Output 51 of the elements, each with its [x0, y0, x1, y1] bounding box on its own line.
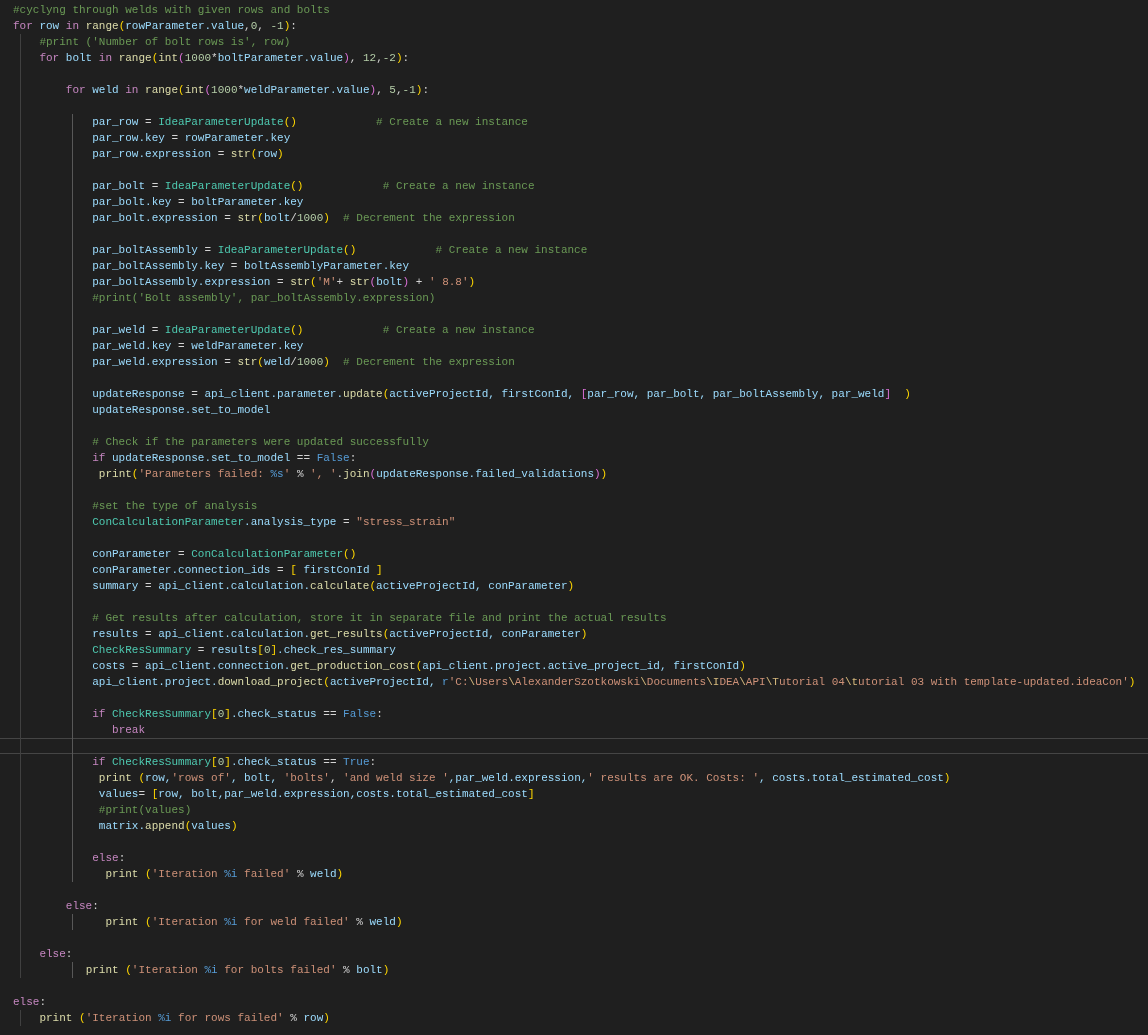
code-line: else:: [39, 948, 73, 960]
code-line: par_bolt.expression = str(bolt/1000) # Decrement the expression: [92, 212, 515, 224]
code-line: updateResponse.set_to_model: [92, 404, 271, 416]
code-line: values= [row, bolt,par_weld.expression,costs.total_estimated_cost]: [98, 788, 535, 800]
code-line: print ('Iteration %i for bolts failed' % bolt): [85, 964, 390, 976]
code-line: else:: [13, 996, 46, 1008]
code-line: conParameter.connection_ids = [ firstConId ]: [92, 564, 383, 576]
code-line: for weld in range(int(1000*weldParameter.value), 5,-1):: [65, 84, 429, 96]
code-line: par_bolt.key = boltParameter.key: [92, 196, 304, 208]
code-line: par_weld.expression = str(weld/1000) # Decrement the expression: [92, 356, 515, 368]
indent-guide: [72, 914, 73, 930]
code-line: par_row = IdeaParameterUpdate() # Create a new instance: [92, 116, 528, 128]
code-line: par_bolt = IdeaParameterUpdate() # Create a new instance: [92, 180, 535, 192]
code-line: else:: [92, 852, 126, 864]
code-line: # Check if the parameters were updated successfully: [92, 436, 429, 448]
code-line: print (row,'rows of', bolt, 'bolts', 'and weld size ',par_weld.expression,' results are OK. Costs: ', costs.total_estimated_cost): [98, 772, 951, 784]
code-line: if updateResponse.set_to_model == False:: [92, 452, 357, 464]
code-line: #print ('Number of bolt rows is', row): [39, 36, 291, 48]
code-line: conParameter = ConCalculationParameter(): [92, 548, 357, 560]
code-line: break: [112, 724, 146, 736]
code-line: for bolt in range(int(1000*boltParameter.value), 12,-2):: [39, 52, 410, 64]
code-line: ConCalculationParameter.analysis_type = "stress_strain": [92, 516, 456, 528]
code-line: #print(values): [98, 804, 192, 816]
code-line: par_row.key = rowParameter.key: [92, 132, 291, 144]
code-line: api_client.project.download_project(activeProjectId, r'C:\Users\AlexanderSzotkowski\Documents\IDEA\API\Tutorial 04\tutorial 03 with template-updated.ideaCon'): [92, 676, 1136, 688]
indent-guide: [72, 962, 73, 978]
code-line: updateResponse = api_client.parameter.update(activeProjectId, firstConId, [par_row, par_bolt, par_boltAssembly, par_weld] ): [92, 388, 911, 400]
code-line: if CheckResSummary[0].check_status == True:: [92, 756, 377, 768]
code-line: costs = api_client.connection.get_production_cost(api_client.project.active_project_id, firstConId): [92, 660, 746, 672]
code-line: results = api_client.calculation.get_results(activeProjectId, conParameter): [92, 628, 588, 640]
code-line: #cyclyng through welds with given rows and bolts: [13, 4, 330, 16]
code-line: # Get results after calculation, store it in separate file and print the actual results: [92, 612, 667, 624]
code-line: print ('Iteration %i for rows failed' % row): [39, 1012, 330, 1024]
code-line: par_row.expression = str(row): [92, 148, 284, 160]
code-line: CheckResSummary = results[0].check_res_summary: [92, 644, 396, 656]
indent-guide: [20, 1010, 21, 1026]
code-line: print('Parameters failed: %s' % ', '.join(updateResponse.failed_validations)): [98, 468, 608, 480]
code-line: #print('Bolt assembly', par_boltAssembly.expression): [92, 292, 436, 304]
code-line: par_boltAssembly.expression = str('M'+ str(bolt) + ' 8.8'): [92, 276, 476, 288]
code-line: print ('Iteration %i failed' % weld): [105, 868, 344, 880]
code-line: if CheckResSummary[0].check_status == False:: [92, 708, 383, 720]
code-line: par_boltAssembly.key = boltAssemblyParameter.key: [92, 260, 410, 272]
code-line: par_weld = IdeaParameterUpdate() # Create a new instance: [92, 324, 535, 336]
code-line: par_boltAssembly = IdeaParameterUpdate() # Create a new instance: [92, 244, 588, 256]
code-line: print ('Iteration %i for weld failed' % weld): [105, 916, 403, 928]
code-line: for row in range(rowParameter.value,0, -1):: [13, 20, 297, 32]
code-line: else:: [65, 900, 99, 912]
code-line: matrix.append(values): [98, 820, 238, 832]
code-line: par_weld.key = weldParameter.key: [92, 340, 304, 352]
code-line: #set the type of analysis: [92, 500, 258, 512]
code-line: summary = api_client.calculation.calculate(activeProjectId, conParameter): [92, 580, 575, 592]
